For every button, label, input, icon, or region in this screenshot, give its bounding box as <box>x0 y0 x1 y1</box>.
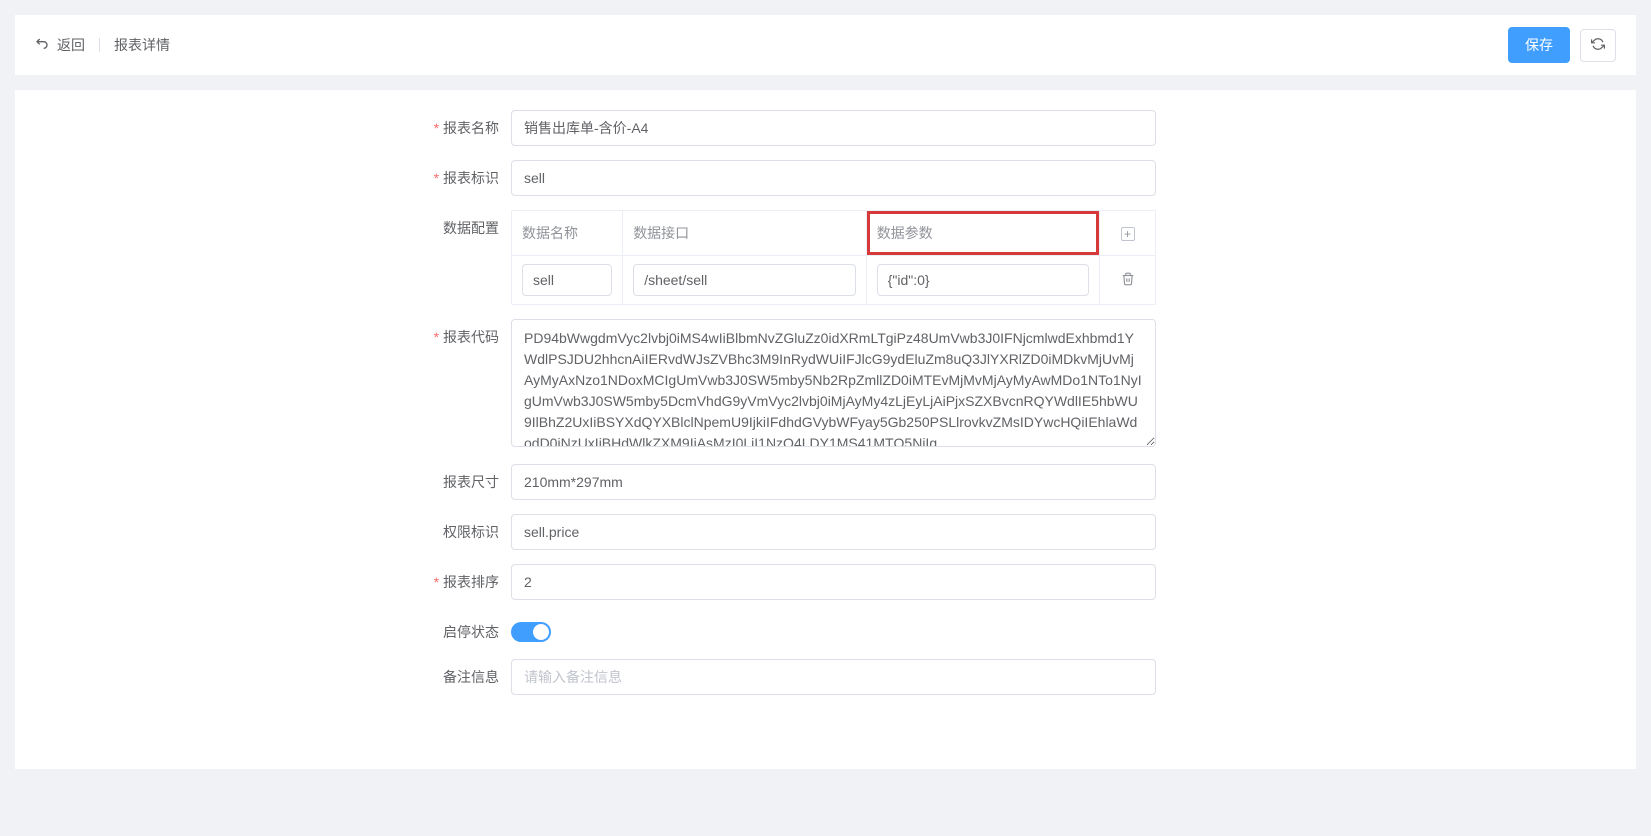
form-row-report-id: 报表标识 <box>35 160 1616 196</box>
th-data-name: 数据名称 <box>512 211 623 256</box>
row-name-input[interactable] <box>522 264 612 296</box>
status-toggle[interactable] <box>511 622 551 642</box>
report-code-textarea[interactable] <box>511 319 1156 447</box>
form-row-remarks: 备注信息 <box>35 659 1616 695</box>
report-id-input[interactable] <box>511 160 1156 196</box>
label-remarks: 备注信息 <box>35 659 511 687</box>
add-row-button[interactable]: + <box>1121 227 1135 241</box>
form-row-status: 启停状态 <box>35 614 1616 645</box>
trash-icon <box>1121 272 1135 286</box>
permission-id-input[interactable] <box>511 514 1156 550</box>
delete-row-button[interactable] <box>1121 272 1135 286</box>
header-right: 保存 <box>1508 27 1616 63</box>
page-header: 返回 报表详情 保存 <box>15 15 1636 75</box>
form-row-permission-id: 权限标识 <box>35 514 1616 550</box>
divider <box>99 38 100 52</box>
label-status: 启停状态 <box>35 614 511 642</box>
plus-icon: + <box>1121 227 1135 241</box>
label-permission-id: 权限标识 <box>35 514 511 542</box>
page-title: 报表详情 <box>114 35 170 55</box>
save-button[interactable]: 保存 <box>1508 27 1570 63</box>
refresh-icon <box>1591 37 1605 54</box>
back-label: 返回 <box>57 35 85 55</box>
back-button[interactable]: 返回 <box>35 35 85 56</box>
save-label: 保存 <box>1525 35 1553 55</box>
report-size-input[interactable] <box>511 464 1156 500</box>
remarks-input[interactable] <box>511 659 1156 695</box>
th-data-params: 数据参数 <box>866 211 1099 256</box>
th-action: + <box>1100 211 1155 256</box>
label-report-name: 报表名称 <box>35 110 511 138</box>
form-row-report-name: 报表名称 <box>35 110 1616 146</box>
label-report-id: 报表标识 <box>35 160 511 188</box>
label-data-config: 数据配置 <box>35 210 511 238</box>
label-report-code: 报表代码 <box>35 319 511 347</box>
table-row <box>512 256 1155 305</box>
undo-icon <box>35 35 51 56</box>
form-row-report-size: 报表尺寸 <box>35 464 1616 500</box>
form-row-data-config: 数据配置 数据名称 数据接口 数据参数 + <box>35 210 1616 305</box>
label-report-size: 报表尺寸 <box>35 464 511 492</box>
report-name-input[interactable] <box>511 110 1156 146</box>
form-row-report-order: 报表排序 <box>35 564 1616 600</box>
form-card: 报表名称 报表标识 数据配置 数据名称 数据接口 <box>15 90 1636 769</box>
switch-knob <box>533 624 549 640</box>
refresh-button[interactable] <box>1580 29 1616 62</box>
label-report-order: 报表排序 <box>35 564 511 592</box>
row-api-input[interactable] <box>633 264 856 296</box>
th-data-api: 数据接口 <box>623 211 867 256</box>
report-order-input[interactable] <box>511 564 1156 600</box>
row-params-input[interactable] <box>877 264 1089 296</box>
header-left: 返回 报表详情 <box>35 35 170 56</box>
form-row-report-code: 报表代码 <box>35 319 1616 450</box>
data-config-table: 数据名称 数据接口 数据参数 + <box>511 210 1156 305</box>
